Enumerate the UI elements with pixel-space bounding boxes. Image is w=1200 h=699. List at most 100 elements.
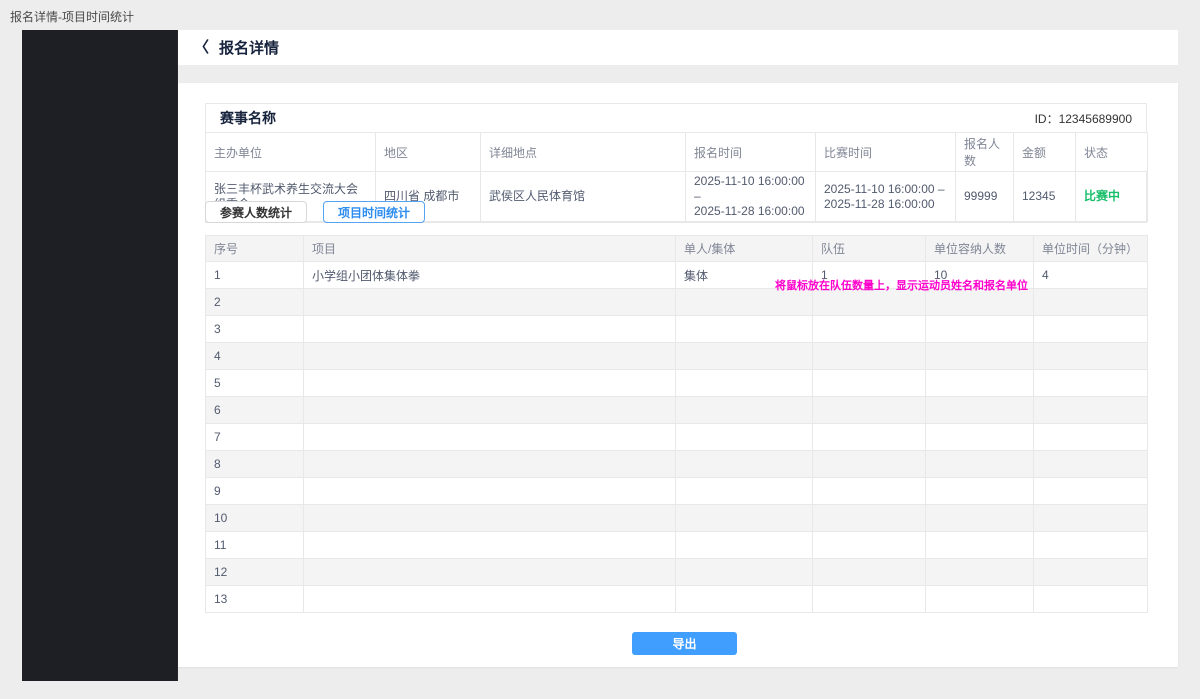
table-cell [813,397,926,424]
table-row: 1小学组小团体集体拳集体1104 [206,262,1148,289]
event-card-header: 赛事名称 ID：12345689900 [206,104,1146,132]
table-cell [304,370,676,397]
table-cell [304,343,676,370]
table-cell: 武侯区人民体育馆 [481,172,686,222]
table-cell [813,316,926,343]
column-header: 状态 [1076,133,1148,172]
table-cell [304,397,676,424]
table-cell: 3 [206,316,304,343]
table-cell [813,370,926,397]
table-cell [304,532,676,559]
table-cell [676,289,813,316]
table-cell [676,370,813,397]
table-row: 6 [206,397,1148,424]
table-cell: 4 [1034,262,1148,289]
column-header: 比赛时间 [816,133,956,172]
table-cell [676,505,813,532]
table-cell [813,424,926,451]
table-cell [1034,424,1148,451]
table-cell [304,424,676,451]
table-cell [676,478,813,505]
table-cell [813,451,926,478]
column-header: 地区 [376,133,481,172]
table-cell [926,370,1034,397]
table-row: 8 [206,451,1148,478]
table-cell: 13 [206,586,304,613]
table-cell [1034,532,1148,559]
table-row: 7 [206,424,1148,451]
sidebar [22,30,178,681]
column-header: 报名时间 [686,133,816,172]
table-cell: 2025-11-10 16:00:00 – 2025-11-28 16:00:0… [816,172,956,222]
table-cell [926,289,1034,316]
table-cell [813,343,926,370]
table-cell [1034,316,1148,343]
column-header: 序号 [206,236,304,262]
table-cell: 1 [206,262,304,289]
table-header-row: 主办单位地区详细地点报名时间比赛时间报名人数金额状态 [206,133,1148,172]
table-cell: 2 [206,289,304,316]
table-cell: 5 [206,370,304,397]
table-cell [676,559,813,586]
table-row: 10 [206,505,1148,532]
table-cell [676,343,813,370]
table-cell [676,397,813,424]
table-cell [304,586,676,613]
table-cell: 2025-11-10 16:00:00 – 2025-11-28 16:00:0… [686,172,816,222]
table-cell [926,424,1034,451]
event-id: ID：12345689900 [1035,110,1132,127]
table-cell: 8 [206,451,304,478]
table-cell [676,451,813,478]
back-chevron-icon[interactable]: 〈 [194,40,209,55]
table-cell [926,316,1034,343]
table-row: 13 [206,586,1148,613]
table-cell [813,478,926,505]
column-header: 单位时间（分钟） [1034,236,1148,262]
project-time-table-wrap: 序号项目单人/集体队伍单位容纳人数单位时间（分钟） 1小学组小团体集体拳集体11… [205,235,1148,613]
table-cell [304,316,676,343]
table-cell [676,316,813,343]
table-cell [926,478,1034,505]
table-cell: 集体 [676,262,813,289]
table-cell [813,289,926,316]
table-cell [1034,586,1148,613]
column-header: 单位容纳人数 [926,236,1034,262]
table-row: 2 [206,289,1148,316]
statistics-tabs: 参赛人数统计 项目时间统计 [205,201,425,223]
export-button[interactable]: 导出 [632,632,737,655]
table-cell [926,586,1034,613]
table-cell [1034,370,1148,397]
event-name-title: 赛事名称 [220,108,276,128]
table-cell [676,424,813,451]
column-header: 主办单位 [206,133,376,172]
table-cell: 99999 [956,172,1014,222]
table-cell: 11 [206,532,304,559]
page-title: 报名详情 [219,37,279,58]
table-cell [926,343,1034,370]
table-cell [1034,505,1148,532]
table-cell: 小学组小团体集体拳 [304,262,676,289]
table-row: 4 [206,343,1148,370]
table-cell [1034,343,1148,370]
table-cell [926,559,1034,586]
table-cell: 比赛中 [1076,172,1148,222]
table-cell [1034,559,1148,586]
tab-participant-count[interactable]: 参赛人数统计 [205,201,307,223]
table-row: 9 [206,478,1148,505]
table-cell [1034,451,1148,478]
table-row: 12 [206,559,1148,586]
tab-project-time[interactable]: 项目时间统计 [323,201,425,223]
column-header: 金额 [1014,133,1076,172]
table-cell [304,478,676,505]
table-cell [813,505,926,532]
column-header: 详细地点 [481,133,686,172]
table-cell [813,559,926,586]
table-cell: 12345 [1014,172,1076,222]
table-cell[interactable]: 1 [813,262,926,289]
column-header: 项目 [304,236,676,262]
table-cell [304,289,676,316]
table-row: 11 [206,532,1148,559]
column-header: 报名人数 [956,133,1014,172]
table-cell: 6 [206,397,304,424]
table-cell [813,532,926,559]
